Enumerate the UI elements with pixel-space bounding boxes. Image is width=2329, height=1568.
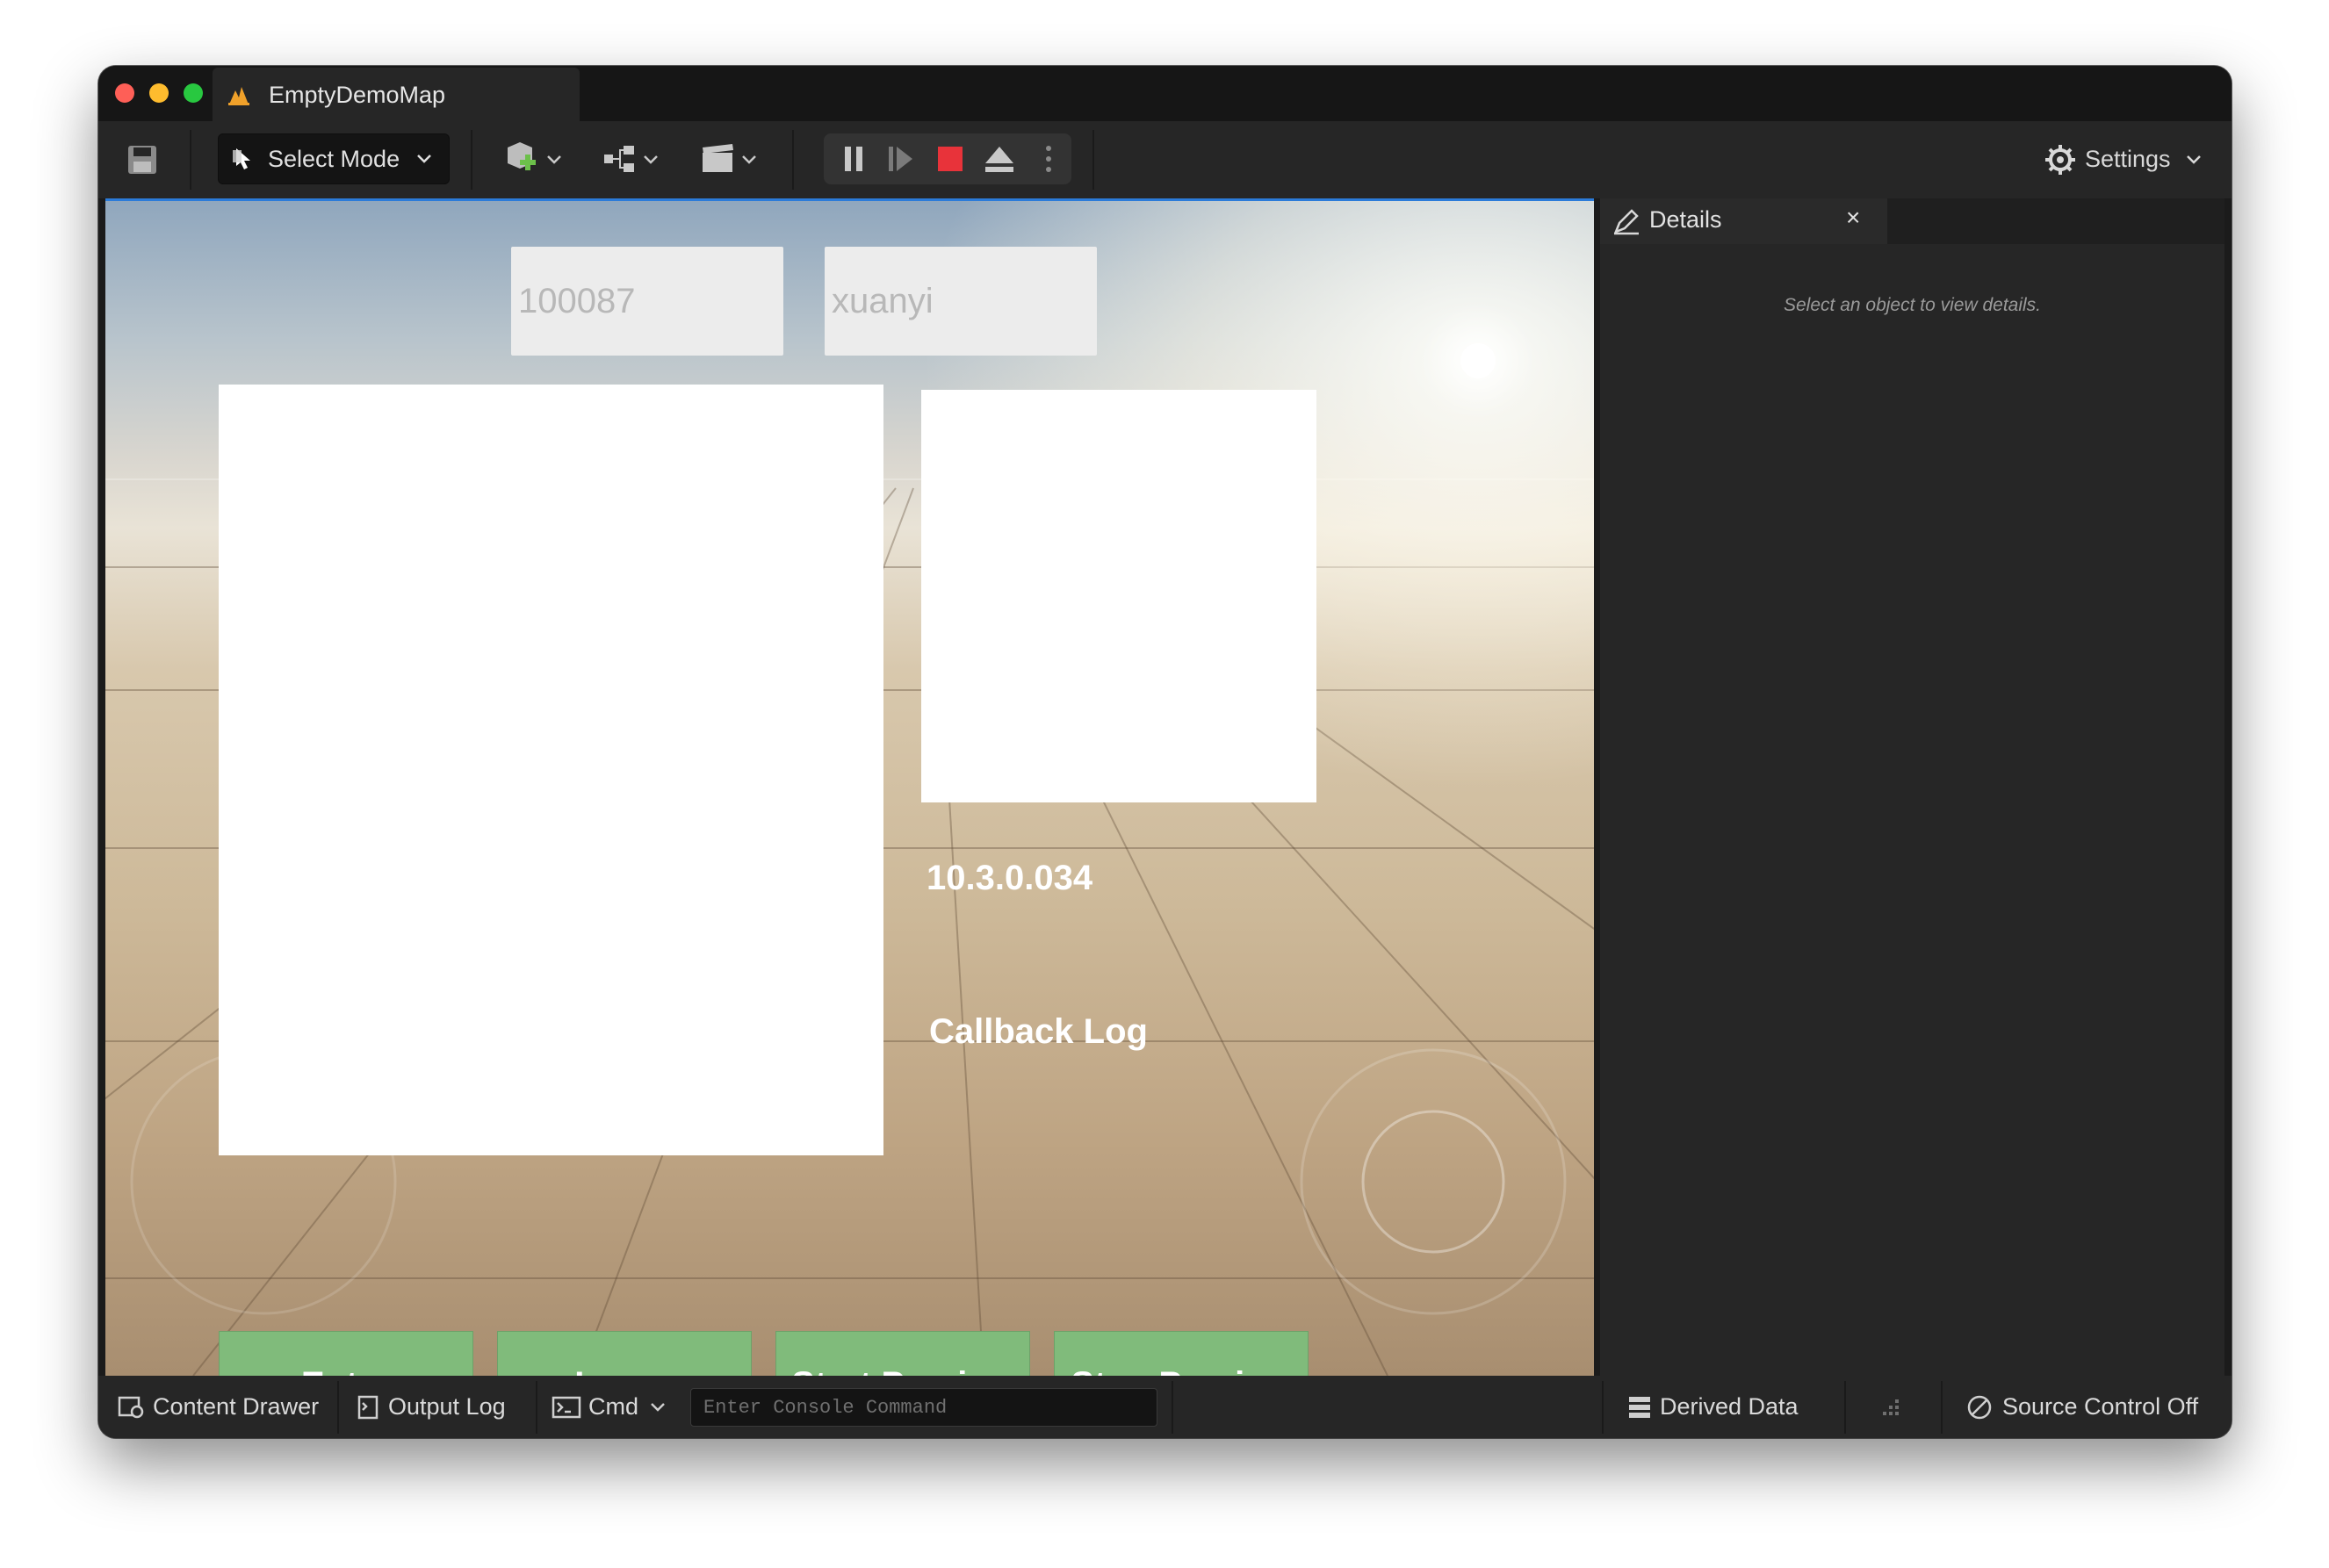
local-video-view	[219, 385, 883, 1155]
sdk-version-text: 10.3.0.034	[927, 859, 1093, 897]
prohibited-icon	[1967, 1395, 1992, 1419]
pause-button[interactable]	[834, 140, 873, 177]
stop-icon	[938, 147, 963, 171]
settings-button[interactable]	[2043, 140, 2078, 179]
save-button[interactable]	[125, 140, 160, 179]
source-control-label: Source Control Off	[2002, 1393, 2199, 1420]
sun	[1460, 343, 1496, 378]
user-id-input[interactable]	[511, 247, 783, 356]
callback-log-label: Callback Log	[929, 1012, 1148, 1051]
statusbar-separator	[337, 1381, 339, 1434]
stop-preview-button[interactable]: Stop Preview	[1054, 1331, 1309, 1376]
level-icon	[228, 87, 249, 105]
details-tab[interactable]: Details ×	[1600, 198, 1887, 244]
blueprints-button[interactable]	[599, 137, 666, 181]
add-cube-icon	[508, 142, 561, 170]
derived-data-label: Derived Data	[1660, 1393, 1799, 1420]
toolbar-separator	[190, 130, 191, 190]
derived-data-button[interactable]: Derived Data	[1626, 1376, 1799, 1438]
chevron-down-icon	[651, 1402, 665, 1412]
enter-button[interactable]: Enter	[219, 1331, 473, 1376]
toolbar-separator	[1092, 130, 1094, 190]
pencil-icon	[1613, 209, 1639, 235]
content-drawer-button[interactable]: Content Drawer	[118, 1376, 319, 1438]
cmd-label: Cmd	[588, 1393, 639, 1420]
toolbar-separator	[792, 130, 794, 190]
cursor-icon	[233, 148, 250, 169]
close-icon[interactable]: ×	[1846, 204, 1860, 232]
clapperboard-icon	[703, 144, 756, 172]
zoom-window-button[interactable]	[184, 83, 203, 103]
viewport-focus-bar	[105, 198, 1594, 201]
source-control-button[interactable]: Source Control Off	[1965, 1376, 2198, 1438]
database-icon	[1629, 1396, 1650, 1418]
cmd-dropdown[interactable]: Cmd	[552, 1376, 667, 1438]
gear-icon	[2045, 145, 2075, 175]
blueprint-icon	[604, 146, 658, 172]
editor-window: EmptyDemoMap Select Mode Settings 100087…	[98, 66, 2232, 1438]
console-command-box[interactable]	[690, 1388, 1157, 1427]
level-tab-title: EmptyDemoMap	[269, 82, 446, 108]
content-drawer-icon	[118, 1396, 144, 1418]
details-panel: Details × Select an object to view detai…	[1600, 198, 2224, 1376]
user-name-input-box[interactable]	[825, 247, 1097, 356]
cinematics-button[interactable]	[697, 137, 764, 181]
main-toolbar: Select Mode Settings	[98, 121, 2232, 198]
more-vertical-icon	[1046, 146, 1051, 172]
leave-button[interactable]: Leave	[497, 1331, 752, 1376]
start-preview-button[interactable]: Start Preview	[775, 1331, 1030, 1376]
pause-icon	[845, 147, 862, 171]
statusbar-separator	[1602, 1381, 1604, 1434]
chevron-down-icon	[417, 155, 431, 163]
chevron-down-icon	[2187, 155, 2201, 164]
stop-button[interactable]	[931, 140, 970, 177]
save-icon	[128, 146, 156, 174]
details-title: Details	[1649, 206, 1722, 233]
level-viewport[interactable]: 10.3.0.034 Callback Log Enter Leave Star…	[105, 198, 1594, 1376]
close-window-button[interactable]	[115, 83, 134, 103]
revision-control-status[interactable]	[1879, 1376, 1906, 1438]
play-options-button[interactable]	[1038, 140, 1059, 177]
output-log-icon	[357, 1395, 379, 1419]
remote-video-view	[921, 390, 1316, 802]
details-body: Select an object to view details.	[1600, 244, 2224, 1376]
eject-icon	[985, 147, 1013, 172]
step-frame-button[interactable]	[882, 140, 920, 177]
console-command-input[interactable]	[691, 1389, 1157, 1426]
title-bar: EmptyDemoMap	[98, 66, 2232, 121]
statusbar-separator	[1844, 1381, 1846, 1434]
settings-label[interactable]: Settings	[2085, 146, 2171, 173]
add-actor-button[interactable]	[501, 137, 567, 181]
select-mode-dropdown[interactable]: Select Mode	[218, 133, 450, 184]
step-forward-icon	[889, 147, 912, 171]
minimize-window-button[interactable]	[149, 83, 169, 103]
statusbar-separator	[536, 1381, 537, 1434]
statusbar-separator	[1172, 1381, 1173, 1434]
dots-grid-icon	[1883, 1399, 1899, 1415]
select-mode-label: Select Mode	[268, 146, 400, 172]
status-bar: Content Drawer Output Log Cmd Enter Cons…	[98, 1376, 2232, 1438]
statusbar-separator	[1941, 1381, 1943, 1434]
terminal-icon	[552, 1396, 581, 1418]
level-tab[interactable]: EmptyDemoMap	[213, 68, 580, 121]
user-name-input[interactable]	[825, 247, 1097, 356]
eject-button[interactable]	[980, 140, 1019, 177]
play-controls	[824, 133, 1071, 184]
output-log-label: Output Log	[388, 1393, 506, 1420]
details-empty-hint: Select an object to view details.	[1784, 295, 2041, 315]
content-drawer-label: Content Drawer	[153, 1393, 320, 1420]
output-log-button[interactable]: Output Log	[357, 1376, 506, 1438]
user-id-input-box[interactable]	[511, 247, 783, 356]
toolbar-separator	[471, 130, 472, 190]
